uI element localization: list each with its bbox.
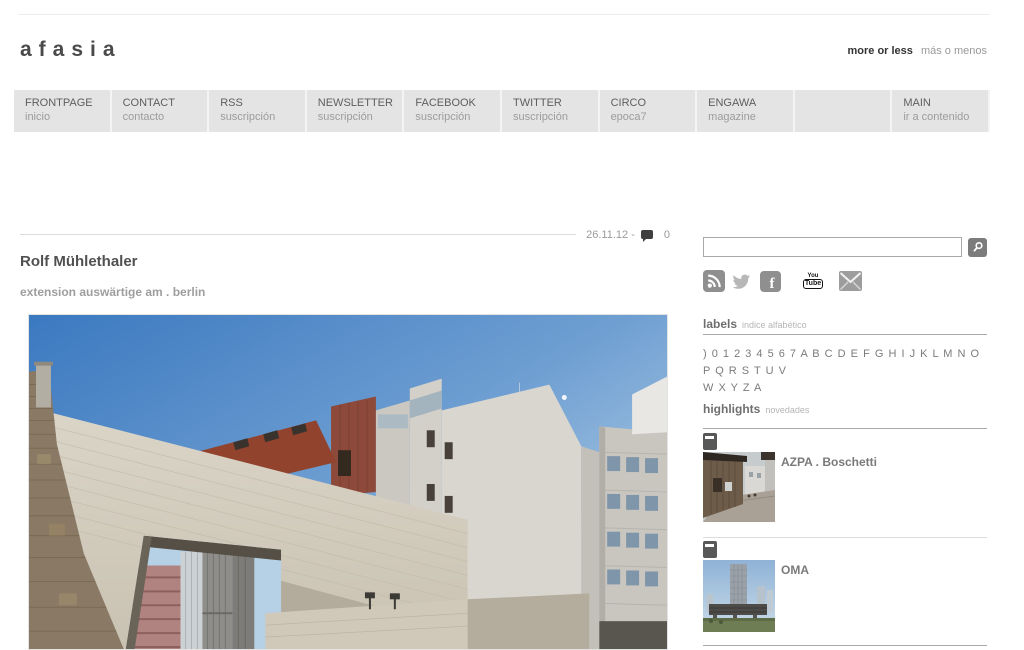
nav-item-rss[interactable]: RSS suscripción	[209, 90, 307, 132]
highlights-divider	[703, 428, 987, 429]
nav-item-twitter[interactable]: TWITTER suscripción	[502, 90, 600, 132]
azpa-thumbnail[interactable]	[703, 452, 775, 522]
nav-item-newsletter[interactable]: NEWSLETTER suscripción	[307, 90, 405, 132]
highlight-item-azpa[interactable]: AZPA . Boschetti	[703, 452, 987, 522]
labels-divider	[703, 334, 987, 335]
label-tag-icon	[703, 541, 717, 558]
search-icon	[972, 241, 984, 253]
nav-item-circo[interactable]: CIRCO epoca7	[600, 90, 698, 132]
highlight-title[interactable]: OMA	[781, 563, 809, 577]
labels-heading: labelsindice alfabético	[703, 317, 807, 331]
post-date: 26.11.12 -	[586, 229, 635, 241]
label-index-line1[interactable]: ) 0 1 2 3 4 5 6 7 A B C D E F G H I J K …	[703, 346, 987, 380]
post-image[interactable]	[28, 314, 668, 650]
highlight-item-divider	[703, 537, 987, 538]
post-title[interactable]: Rolf Mühlethaler	[20, 253, 670, 270]
nav-item-engawa[interactable]: ENGAWA magazine	[697, 90, 795, 132]
post-column: 26.11.12 - 0 Rolf Mühlethaler extension …	[20, 228, 670, 299]
rss-icon[interactable]	[703, 270, 725, 292]
search-button[interactable]	[968, 238, 987, 257]
comment-bubble-icon[interactable]	[641, 230, 653, 239]
architecture-photo-illustration	[29, 315, 667, 649]
date-divider	[20, 234, 576, 235]
facebook-icon[interactable]: f	[760, 271, 781, 292]
tagline-spanish: más o menos	[921, 45, 987, 57]
social-icons-row: f You Tube	[703, 269, 862, 293]
nav-item-main[interactable]: MAIN ir a contenido	[892, 90, 990, 132]
sidebar: f You Tube labelsindice alfabético ) 0 1…	[703, 237, 987, 650]
sidebar-bottom-divider	[703, 645, 987, 646]
twitter-icon[interactable]	[732, 273, 751, 290]
labels-subtitle: indice alfabético	[742, 320, 807, 330]
post-meta-row: 26.11.12 - 0	[20, 228, 670, 241]
site-logo[interactable]: afasia	[20, 38, 122, 62]
youtube-icon[interactable]: You Tube	[803, 271, 823, 291]
tagline-english: more or less	[847, 45, 912, 57]
highlights-heading: highlightsnovedades	[703, 402, 809, 416]
label-tag-icon	[703, 433, 717, 450]
highlights-subtitle: novedades	[765, 405, 809, 415]
label-index-line2[interactable]: W X Y Z A	[703, 380, 987, 397]
label-index[interactable]: ) 0 1 2 3 4 5 6 7 A B C D E F G H I J K …	[703, 346, 987, 397]
search-bar	[703, 237, 987, 257]
nav-item-frontpage[interactable]: FRONTPAGE inicio	[14, 90, 112, 132]
post-subtitle: extension auswärtige am . berlin	[20, 285, 670, 299]
highlight-title[interactable]: AZPA . Boschetti	[781, 455, 877, 469]
nav-item-contact[interactable]: CONTACT contacto	[112, 90, 210, 132]
comment-count[interactable]: 0	[664, 229, 670, 241]
site-tagline: more or less más o menos	[847, 45, 987, 57]
search-input[interactable]	[703, 237, 962, 257]
afasia-blog-page: afasia more or less más o menos FRONTPAG…	[0, 0, 1024, 650]
oma-thumbnail[interactable]	[703, 560, 775, 632]
nav-item-empty	[795, 90, 893, 132]
email-icon[interactable]	[839, 271, 862, 291]
highlight-item-oma[interactable]: OMA	[703, 560, 987, 632]
main-navbar: FRONTPAGE inicio CONTACT contacto RSS su…	[14, 90, 990, 132]
nav-item-facebook[interactable]: FACEBOOK suscripción	[404, 90, 502, 132]
top-divider	[18, 14, 990, 15]
